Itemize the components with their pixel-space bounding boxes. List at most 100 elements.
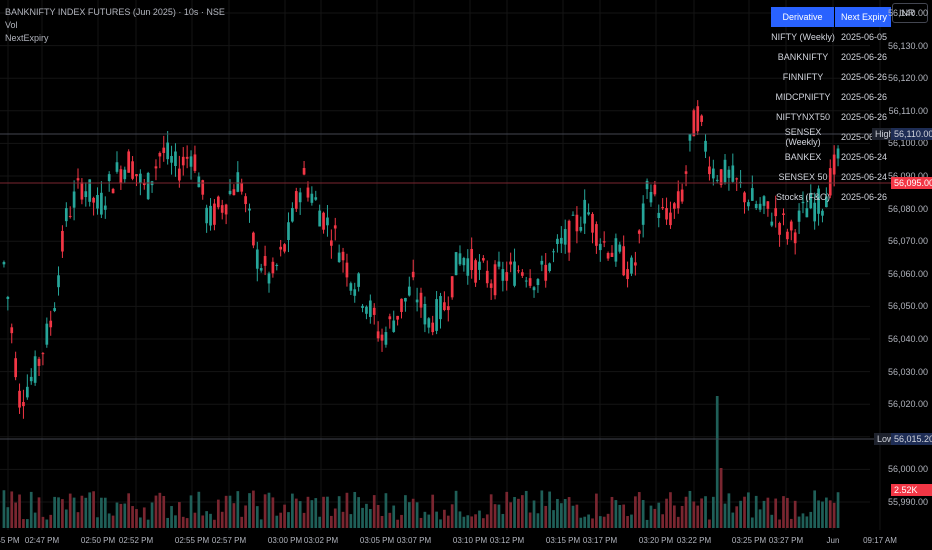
volume-bar bbox=[396, 519, 399, 528]
volume-bar bbox=[14, 502, 17, 528]
volume-bar bbox=[462, 516, 466, 528]
candle-body bbox=[57, 275, 60, 288]
volume-bar bbox=[53, 496, 56, 528]
volume-bar bbox=[750, 517, 754, 528]
volume-bar bbox=[318, 516, 322, 528]
volume-bar bbox=[170, 506, 173, 528]
candle-body bbox=[123, 169, 127, 180]
expiry-date: 2025-06-26 bbox=[841, 112, 888, 122]
volume-bar bbox=[782, 496, 785, 528]
candle-body bbox=[291, 208, 294, 222]
volume-bar bbox=[400, 514, 403, 528]
volume-bar bbox=[384, 493, 388, 528]
indicator-label[interactable]: NextExpiry bbox=[5, 32, 225, 45]
volume-bar bbox=[326, 496, 329, 528]
candle-body bbox=[454, 252, 458, 276]
volume-bar bbox=[552, 510, 555, 528]
candle-body bbox=[10, 327, 14, 334]
candle-body bbox=[111, 188, 115, 194]
time-tick: 02:55 PM bbox=[174, 536, 210, 545]
candle-body bbox=[92, 197, 95, 203]
candle-body bbox=[53, 308, 56, 311]
volume-bar bbox=[33, 512, 37, 528]
volume-bar bbox=[747, 492, 750, 528]
candle-body bbox=[259, 268, 263, 271]
volume-bar bbox=[158, 492, 162, 528]
candle-body bbox=[446, 306, 450, 311]
candle-body bbox=[443, 302, 446, 311]
volume-bar bbox=[571, 505, 575, 528]
volume-bar bbox=[61, 499, 64, 528]
candle-body bbox=[224, 204, 228, 215]
volume-bar bbox=[653, 508, 657, 528]
candle-body bbox=[575, 214, 579, 232]
candle-body bbox=[567, 220, 571, 253]
expiry-derivative: Stocks (F&O) bbox=[775, 192, 830, 202]
volume-bar bbox=[715, 396, 719, 528]
candle-body bbox=[797, 210, 801, 222]
candle-body bbox=[766, 201, 770, 209]
volume-bar bbox=[80, 495, 84, 528]
candle-body bbox=[193, 154, 197, 171]
volume-bar bbox=[283, 504, 286, 528]
candle-body bbox=[248, 208, 251, 211]
volume-bar bbox=[407, 502, 411, 528]
symbol-title[interactable]: BANKNIFTY INDEX FUTURES (Jun 2025) · 10s… bbox=[5, 6, 225, 19]
candle-body bbox=[22, 402, 25, 407]
expiry-date: 2025-06-26 bbox=[841, 52, 888, 62]
chart-grid bbox=[0, 0, 881, 530]
volume-bar bbox=[18, 494, 21, 528]
candle-body bbox=[641, 203, 645, 225]
volume-bar bbox=[743, 496, 746, 528]
volume-bar bbox=[439, 519, 442, 528]
volume-bar bbox=[684, 496, 688, 528]
volume-bar bbox=[645, 519, 649, 528]
volume-bar bbox=[696, 505, 700, 528]
candle-body bbox=[583, 199, 587, 224]
reference-lines bbox=[0, 133, 891, 440]
candle-body bbox=[485, 270, 489, 284]
candle-body bbox=[14, 358, 17, 378]
volume-bar bbox=[306, 496, 310, 528]
candle-body bbox=[337, 252, 341, 263]
candle-body bbox=[154, 166, 158, 169]
candle-body bbox=[407, 286, 411, 296]
expiry-row: NIFTY (Weekly) 2025-06-05 bbox=[771, 27, 891, 47]
candle-body bbox=[127, 151, 131, 173]
volume-bar bbox=[758, 509, 762, 528]
volume-bar bbox=[49, 514, 53, 528]
time-tick: 03:27 PM bbox=[768, 536, 804, 545]
volume-bar bbox=[497, 504, 501, 528]
volume-bar bbox=[92, 491, 95, 528]
time-tick: 03:12 PM bbox=[489, 536, 525, 545]
candle-body bbox=[45, 323, 49, 345]
candle-body bbox=[228, 190, 232, 195]
volume-bar bbox=[536, 513, 540, 528]
time-tick: 03:20 PM bbox=[638, 536, 674, 545]
volume-bar bbox=[314, 498, 318, 528]
expiry-date: 2025-06-24 bbox=[841, 152, 888, 162]
volume-bar bbox=[68, 493, 72, 528]
candle-body bbox=[279, 246, 283, 250]
header-next-expiry: Next Expiry bbox=[835, 7, 891, 27]
candle-body bbox=[653, 184, 657, 195]
candle-body bbox=[135, 174, 138, 177]
volume-bar bbox=[474, 514, 477, 528]
volume-bar bbox=[388, 512, 392, 528]
expiry-date: 2025-06-26 bbox=[841, 72, 888, 82]
candle-body bbox=[559, 237, 563, 244]
candle-body bbox=[513, 261, 516, 286]
volume-bar bbox=[162, 495, 166, 528]
volume-bar bbox=[372, 495, 376, 528]
volume-bar bbox=[520, 495, 524, 528]
low-value-tag: 56,015.20 bbox=[891, 433, 932, 445]
volume-bar bbox=[368, 509, 372, 528]
volume-bar bbox=[380, 515, 384, 528]
candle-body bbox=[2, 262, 6, 265]
time-tick: 03:22 PM bbox=[676, 536, 712, 545]
candle-body bbox=[439, 296, 442, 320]
volume-bar bbox=[454, 490, 458, 528]
volume-label[interactable]: Vol bbox=[5, 19, 225, 32]
volume-bar bbox=[244, 505, 247, 528]
candle-body bbox=[622, 246, 626, 276]
